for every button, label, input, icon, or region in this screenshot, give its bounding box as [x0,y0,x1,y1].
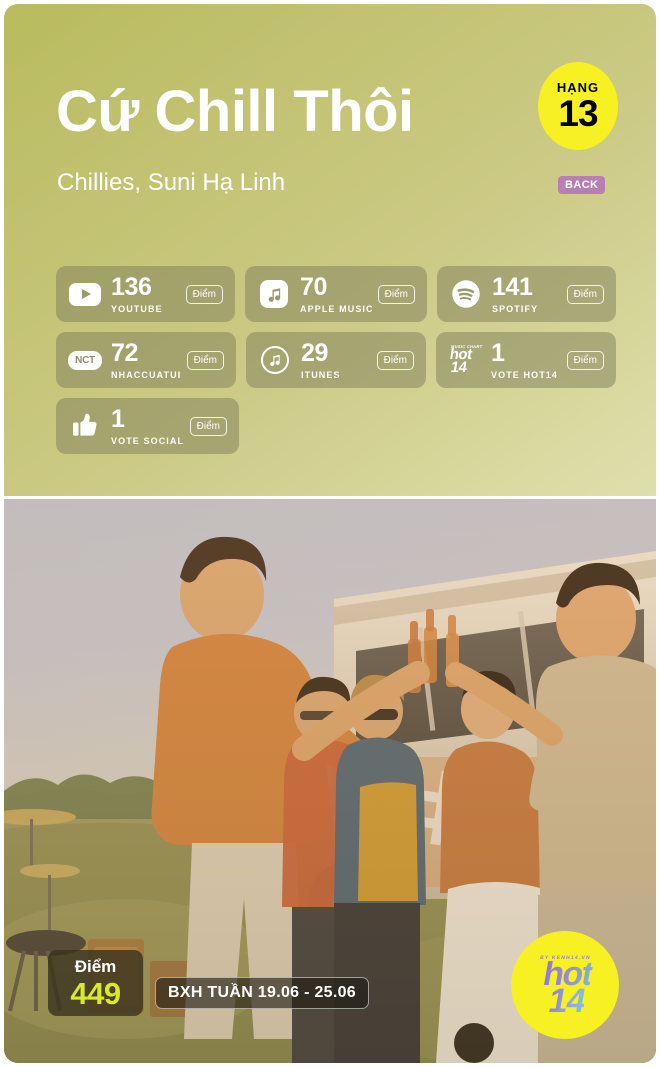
artist-names: Chillies, Suni Hạ Linh [57,169,286,196]
spotify-icon [449,277,483,311]
stat-card-vote-hot14: MUSIC CHART hot 14 1 VOTE HOT14 Điểm [436,332,616,388]
stat-card-vote-social: 1 VOTE SOCIAL Điểm [56,398,239,454]
stat-platform: NHACCUATUI [111,369,182,380]
thumbs-up-icon [68,409,102,443]
rank-label: HẠNG [556,79,600,95]
hot14-icon-bottom: 14 [449,359,469,377]
total-score-box: Điểm 449 [48,950,143,1016]
itunes-icon [258,343,292,377]
stat-card-itunes: 29 ITUNES Điểm [246,332,426,388]
stat-unit: Điểm [186,350,224,370]
stat-value: 70 [300,272,328,301]
stat-platform: YOUTUBE [111,303,163,314]
stat-value: 1 [111,404,125,433]
stat-unit: Điểm [566,284,604,304]
song-info-panel: Cứ Chill Thôi Chillies, Suni Hạ Linh HẠN… [4,4,656,496]
stat-platform: VOTE HOT14 [491,369,559,380]
stat-unit: Điểm [189,416,227,436]
rank-value: 13 [558,92,598,134]
stats-row-1: 136 YOUTUBE Điểm 70 APPLE MUSIC Điểm 141… [56,266,616,322]
stat-unit: Điểm [376,350,414,370]
stat-value: 29 [301,338,329,367]
chart-week-badge: BXH TUẦN 19.06 - 25.06 [155,977,370,1009]
stat-card-youtube: 136 YOUTUBE Điểm [56,266,236,322]
stat-card-spotify: 141 SPOTIFY Điểm [436,266,616,322]
hot14-chart-card: Cứ Chill Thôi Chillies, Suni Hạ Linh HẠN… [0,0,660,1067]
stats-row-3: 1 VOTE SOCIAL Điểm [56,398,616,454]
stat-platform: APPLE MUSIC [300,303,374,314]
stat-unit: Điểm [185,284,224,304]
stat-platform: ITUNES [301,369,341,380]
nct-logo-text: NCT [68,350,102,370]
youtube-icon [68,277,102,311]
nhaccuatui-icon: NCT [68,343,102,377]
score-label: Điểm [74,956,117,976]
back-status-badge: BACK [558,176,606,194]
watermark-bottom: 14 [545,981,589,1020]
stat-value: 1 [491,338,505,367]
page-title: Cứ Chill Thôi [56,79,414,144]
score-value: 449 [70,975,121,1011]
stat-unit: Điểm [566,350,604,370]
rank-badge: HẠNG 13 [538,62,618,150]
stat-value: 136 [111,272,152,301]
hot14-icon: MUSIC CHART hot 14 [448,343,483,377]
platform-score-grid: 136 YOUTUBE Điểm 70 APPLE MUSIC Điểm 141… [56,266,616,464]
stat-value: 72 [111,338,139,367]
stat-card-nhaccuatui: NCT 72 NHACCUATUI Điểm [56,332,236,388]
stat-value: 141 [491,272,533,301]
stat-unit: Điểm [377,284,415,304]
stats-row-2: NCT 72 NHACCUATUI Điểm 29 ITUNES Điểm MU… [56,332,616,388]
stat-platform: VOTE SOCIAL [111,435,185,446]
stat-platform: SPOTIFY [491,303,539,314]
apple-music-icon [257,277,291,311]
stat-card-apple-music: 70 APPLE MUSIC Điểm [245,266,427,322]
hot14-watermark-logo: BY KENH14.VN hot 14 [511,931,619,1039]
